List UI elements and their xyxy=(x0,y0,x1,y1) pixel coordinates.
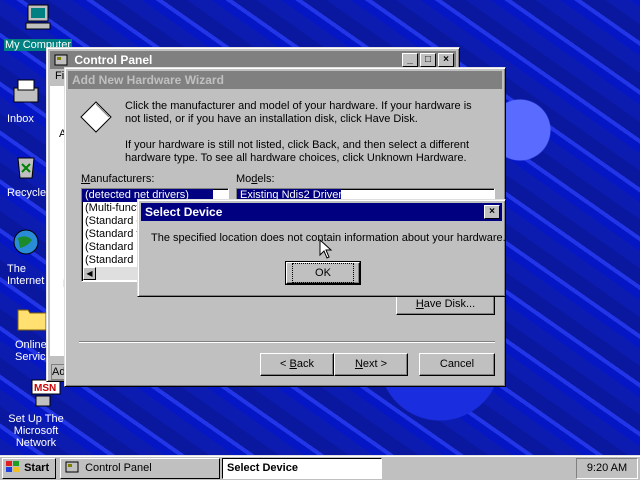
control-panel-icon xyxy=(65,461,79,473)
svg-text:MSN: MSN xyxy=(34,383,56,394)
close-button[interactable]: × xyxy=(484,205,500,219)
system-tray-clock[interactable]: 9:20 AM xyxy=(576,458,638,479)
computer-icon xyxy=(25,4,51,30)
taskbar: Start Control Panel Select Device 9:20 A… xyxy=(0,455,640,480)
dialog-title: Select Device xyxy=(145,205,223,219)
folder-icon xyxy=(17,309,47,331)
desktop-icon-the-internet[interactable]: The Internet xyxy=(0,226,46,287)
wizard-divider xyxy=(79,341,495,343)
taskbar-button-label: Select Device xyxy=(227,462,298,474)
start-button[interactable]: Start xyxy=(2,458,56,479)
desktop-icon-msn-setup[interactable]: MSN Set Up The Microsoft Network xyxy=(2,376,72,449)
manufacturers-label: Manufacturers: xyxy=(81,173,155,185)
windows-logo-icon xyxy=(6,461,19,472)
cancel-button[interactable]: Cancel xyxy=(419,353,495,376)
inbox-icon xyxy=(13,79,39,103)
dialog-title-bar[interactable]: Select Device × xyxy=(141,203,502,221)
taskbar-button-label: Control Panel xyxy=(85,462,152,474)
have-disk-label: Have Disk... xyxy=(415,298,476,310)
clock: 9:20 AM xyxy=(586,462,628,474)
desktop-icon-inbox[interactable]: Inbox xyxy=(0,76,46,125)
back-label: < Back xyxy=(280,358,314,370)
wizard-intro-text-2: If your hardware is still not listed, cl… xyxy=(125,139,470,164)
desktop-icon-label: Recycle xyxy=(7,187,47,199)
globe-icon xyxy=(13,229,39,255)
taskbar-button-select-device[interactable]: Select Device xyxy=(222,458,382,479)
ok-button[interactable]: OK xyxy=(285,261,361,285)
desktop-icon-my-computer[interactable]: My Computer xyxy=(2,2,74,51)
mouse-cursor-icon xyxy=(319,239,333,259)
taskbar-button-control-panel[interactable]: Control Panel xyxy=(60,458,220,479)
minimize-button[interactable]: _ xyxy=(402,53,418,67)
recycle-bin-icon xyxy=(17,157,35,179)
control-panel-title: Control Panel xyxy=(74,53,153,67)
cancel-label: Cancel xyxy=(439,358,475,370)
control-panel-icon xyxy=(54,54,68,66)
desktop-icon-online-services[interactable]: Online Services xyxy=(0,302,57,363)
wizard-title: Add New Hardware Wizard xyxy=(72,73,224,87)
desktop-icon-label: The Internet xyxy=(7,263,45,287)
maximize-button[interactable]: □ xyxy=(420,53,436,67)
hardware-diamond-icon xyxy=(80,101,112,133)
close-icon: × xyxy=(489,206,495,217)
desktop-icon-recycle-bin[interactable]: Recycle xyxy=(0,150,46,199)
start-label: Start xyxy=(24,462,50,474)
next-button[interactable]: Next > xyxy=(334,353,408,376)
wizard-title-bar[interactable]: Add New Hardware Wizard xyxy=(68,71,502,89)
next-label: Next > xyxy=(354,358,388,370)
desktop-icon-label: Set Up The Microsoft Network xyxy=(8,413,64,449)
scroll-left-arrow[interactable]: ◀ xyxy=(83,267,96,280)
wizard-intro-text: Click the manufacturer and model of your… xyxy=(125,100,472,125)
close-button[interactable]: × xyxy=(438,53,454,67)
ok-label: OK xyxy=(292,263,354,283)
back-button[interactable]: < Back xyxy=(260,353,334,376)
models-label: Models: xyxy=(236,173,275,185)
desktop-icon-label: Inbox xyxy=(7,113,34,125)
